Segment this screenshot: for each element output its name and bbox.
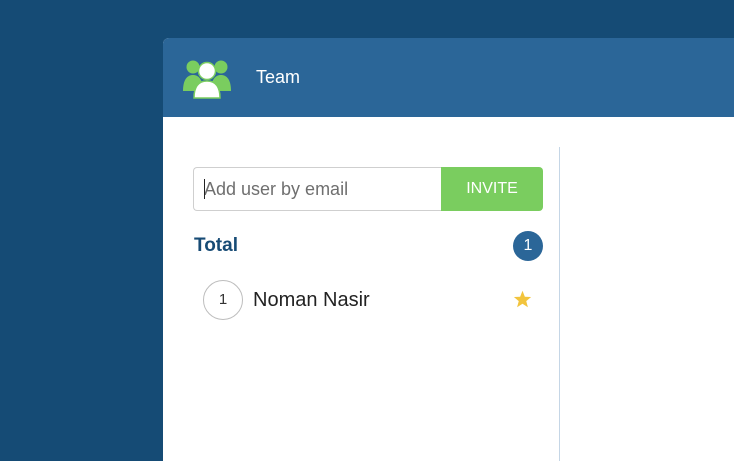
list-item[interactable]: 1 Noman Nasir <box>203 280 538 320</box>
team-panel: Team INVITE Total 1 1 Noman Nasir <box>163 38 734 461</box>
text-caret <box>204 179 205 199</box>
column-divider <box>559 147 560 461</box>
team-users-icon <box>183 60 231 99</box>
star-icon[interactable] <box>513 290 532 308</box>
email-input[interactable] <box>193 167 441 211</box>
member-name: Noman Nasir <box>253 289 370 311</box>
total-count-badge: 1 <box>513 231 543 261</box>
panel-header: Team <box>163 38 734 117</box>
page-title: Team <box>256 67 301 87</box>
total-label: Total <box>194 235 238 256</box>
member-index-badge: 1 <box>203 280 243 320</box>
invite-button[interactable]: INVITE <box>441 167 543 211</box>
invite-form: INVITE <box>193 167 543 211</box>
